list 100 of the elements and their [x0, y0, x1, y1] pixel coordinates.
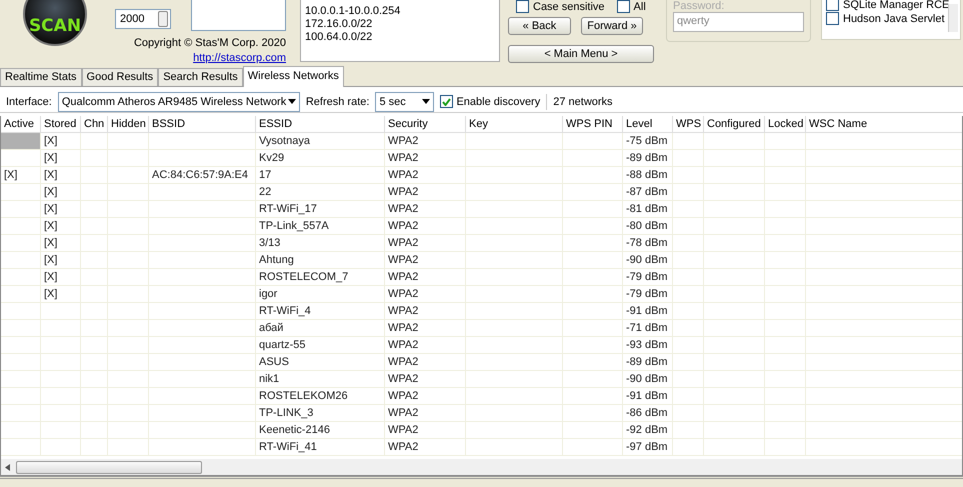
table-cell: WPA2: [385, 388, 466, 405]
ip-range-list[interactable]: 10.0.0.1-10.0.0.254 172.16.0.0/22 100.64.0.0/22: [300, 0, 500, 62]
table-cell: WPA2: [385, 167, 466, 184]
table-cell: -88 dBm: [623, 167, 673, 184]
back-button[interactable]: « Back: [508, 17, 571, 35]
tab[interactable]: Search Results: [158, 68, 243, 86]
table-cell: [41, 371, 81, 388]
table-cell: [X]: [41, 269, 81, 286]
table-cell: [765, 201, 806, 218]
refresh-dropdown[interactable]: 5 sec: [375, 92, 434, 112]
table-cell: [673, 235, 704, 252]
table-cell: [108, 252, 149, 269]
table-cell: [563, 405, 623, 422]
table-cell: [563, 150, 623, 167]
table-cell: [563, 422, 623, 439]
table-cell: [563, 286, 623, 303]
scrollbar-thumb[interactable]: [16, 460, 202, 474]
table-cell: WPA2: [385, 133, 466, 150]
column-header[interactable]: WPS: [673, 116, 704, 133]
table-cell: [563, 218, 623, 235]
table-cell: [673, 405, 704, 422]
copyright-text: Copyright © Stas'M Corp. 2020: [134, 37, 286, 49]
column-header[interactable]: Chn: [81, 116, 108, 133]
checkbox[interactable]: [826, 12, 839, 25]
table-cell: [765, 422, 806, 439]
column-header[interactable]: WPS PIN: [563, 116, 623, 133]
scrollbar-icon[interactable]: [948, 4, 958, 32]
table-cell: [765, 167, 806, 184]
website-link[interactable]: http://stascorp.com: [193, 52, 286, 64]
table-cell: [41, 320, 81, 337]
column-header[interactable]: Hidden: [108, 116, 149, 133]
horizontal-scrollbar[interactable]: [0, 459, 963, 476]
caret-icon: [288, 99, 296, 104]
table-cell: [81, 388, 108, 405]
password-field[interactable]: qwerty: [673, 12, 804, 32]
table-cell: [765, 354, 806, 371]
table-cell: Keenetic-2146: [256, 422, 385, 439]
table-cell: [108, 150, 149, 167]
tab[interactable]: Realtime Stats: [0, 68, 82, 86]
table-cell: [765, 235, 806, 252]
checkbox[interactable]: [616, 0, 630, 13]
table-cell: ROSTELEKOM26: [256, 388, 385, 405]
table-cell: [563, 388, 623, 405]
column-header[interactable]: Security: [385, 116, 466, 133]
table-cell: WPA2: [385, 303, 466, 320]
forward-button[interactable]: Forward »: [581, 17, 643, 35]
table-cell: -79 dBm: [623, 286, 673, 303]
table-cell: [673, 184, 704, 201]
timeout-field[interactable]: 2000: [115, 9, 171, 29]
table-cell: [563, 184, 623, 201]
column-header[interactable]: Locked: [765, 116, 806, 133]
table-cell: [673, 337, 704, 354]
table-cell: [704, 286, 765, 303]
main-menu-button[interactable]: < Main Menu >: [508, 45, 654, 63]
table-cell: WPA2: [385, 405, 466, 422]
column-header[interactable]: WSC Name: [806, 116, 962, 133]
column-header[interactable]: ESSID: [256, 116, 385, 133]
table-cell: [108, 167, 149, 184]
table-cell: WPA2: [385, 371, 466, 388]
table-cell: -78 dBm: [623, 235, 673, 252]
checkbox[interactable]: [826, 0, 839, 11]
column-header[interactable]: BSSID: [149, 116, 256, 133]
checkbox[interactable]: [440, 95, 454, 108]
table-cell: [81, 405, 108, 422]
table-cell: [108, 269, 149, 286]
table-cell: TP-LINK_3: [256, 405, 385, 422]
table-cell: [765, 133, 806, 150]
table-cell: [673, 439, 704, 456]
table-cell: [41, 422, 81, 439]
table-cell: [108, 320, 149, 337]
spinner-icon[interactable]: [158, 11, 168, 27]
column-header[interactable]: Level: [623, 116, 673, 133]
text-area[interactable]: [190, 0, 286, 31]
table-cell: [563, 252, 623, 269]
table-cell: [81, 337, 108, 354]
tab[interactable]: Good Results: [82, 68, 158, 86]
interface-label: Interface:: [6, 96, 52, 108]
checkbox-label: Enable discovery: [456, 96, 540, 108]
column-header[interactable]: Stored: [41, 116, 81, 133]
table-cell: [41, 337, 81, 354]
ip-range: 10.0.0.1-10.0.0.254: [305, 5, 402, 17]
table-cell: [563, 269, 623, 286]
table-cell: [81, 150, 108, 167]
table-cell: [108, 133, 149, 150]
table-cell: [765, 252, 806, 269]
table-cell: [704, 201, 765, 218]
table-cell: -91 dBm: [623, 388, 673, 405]
table-cell: [81, 303, 108, 320]
table-cell: [81, 235, 108, 252]
table-cell: [108, 439, 149, 456]
table-cell: WPA2: [385, 286, 466, 303]
column-header[interactable]: Configured: [704, 116, 765, 133]
column-header[interactable]: Key: [466, 116, 563, 133]
table-cell: [765, 303, 806, 320]
left-arrow-icon[interactable]: [5, 464, 10, 470]
checkbox[interactable]: [516, 0, 529, 13]
interface-dropdown[interactable]: Qualcomm Atheros AR9485 Wireless Network: [58, 92, 300, 112]
table-cell: -91 dBm: [623, 303, 673, 320]
tab[interactable]: Wireless Networks: [242, 66, 344, 87]
table-cell: 17: [256, 167, 385, 184]
